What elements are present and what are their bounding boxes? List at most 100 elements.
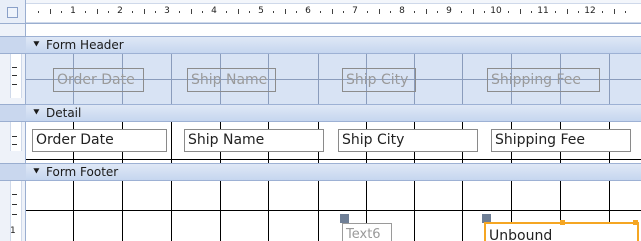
ruler-tick	[484, 11, 485, 13]
grid-line	[171, 54, 172, 104]
ruler-number: 5	[258, 6, 264, 16]
detail-area[interactable]: Order Date Ship Name Ship City Shipping …	[26, 122, 641, 163]
sizing-handle[interactable]	[633, 220, 638, 225]
vruler-tick	[12, 214, 17, 215]
ruler-tick	[602, 11, 603, 13]
ruler-tick	[179, 11, 180, 13]
ruler-tick	[367, 11, 368, 13]
ruler-number: 6	[305, 6, 311, 16]
ruler-tick	[332, 9, 333, 14]
vruler-tick	[12, 144, 17, 145]
grid-line	[122, 181, 123, 241]
form-header-label: Form Header	[46, 38, 124, 52]
design-surface: ⯆ Form Header Order Date Ship Name Ship …	[26, 24, 641, 241]
vruler-detail-bar	[0, 104, 26, 122]
sizing-handle[interactable]	[560, 220, 565, 225]
header-label-ship-city[interactable]: Ship City	[342, 68, 416, 92]
detail-bar[interactable]: ⯆ Detail	[26, 104, 641, 122]
form-header-area[interactable]: Order Date Ship Name Ship City Shipping …	[26, 54, 641, 104]
ruler-tick	[191, 9, 192, 14]
ruler-tick	[249, 11, 250, 13]
ruler-tick	[238, 9, 239, 14]
ruler-tick	[414, 11, 415, 13]
ruler-tick	[108, 11, 109, 13]
ruler-tick	[379, 9, 380, 14]
vruler-number: 1	[10, 226, 16, 236]
grid-line	[171, 181, 172, 241]
grid-line	[609, 54, 610, 104]
ruler-tick	[61, 11, 62, 13]
grid-line	[26, 159, 641, 160]
ruler-tick	[85, 11, 86, 13]
form-selector[interactable]	[0, 0, 26, 24]
ruler-number: 12	[584, 6, 596, 16]
grid-line	[318, 54, 319, 104]
ruler-number: 8	[399, 6, 405, 16]
ruler-tick	[296, 11, 297, 13]
vruler-tick	[12, 136, 17, 137]
ruler-number: 7	[352, 6, 358, 16]
grid-line	[462, 181, 463, 241]
ruler-tick	[320, 11, 321, 13]
grid-line	[268, 181, 269, 241]
detail-label: Detail	[46, 106, 82, 120]
ruler-number: 1	[70, 6, 76, 16]
detail-field-ship-name[interactable]: Ship Name	[184, 129, 324, 152]
ruler-tick	[473, 9, 474, 14]
vruler-tick	[12, 75, 17, 76]
ruler-tick	[555, 11, 556, 13]
footer-label-text6[interactable]: Text6	[342, 223, 392, 241]
detail-field-shipping-fee[interactable]: Shipping Fee	[491, 129, 631, 152]
ruler-tick	[531, 11, 532, 13]
header-label-shipping-fee[interactable]: Shipping Fee	[487, 68, 600, 92]
ruler-number: 10	[490, 6, 502, 16]
grid-line	[318, 181, 319, 241]
ruler-tick	[390, 11, 391, 13]
form-footer-label: Form Footer	[46, 165, 119, 179]
ruler-tick	[508, 11, 509, 13]
header-label-order-date[interactable]: Order Date	[53, 68, 144, 92]
grid-line	[73, 181, 74, 241]
move-handle[interactable]	[340, 214, 349, 223]
vruler-tick	[12, 84, 17, 85]
vruler-header-band	[10, 54, 22, 98]
detail-field-order-date[interactable]: Order Date	[32, 129, 167, 152]
ruler-number: 3	[164, 6, 170, 16]
ruler-tick	[625, 11, 626, 13]
down-arrow-icon: ⯆	[32, 38, 41, 51]
horizontal-ruler[interactable]: 1 2 3 4 5 6 7 8 9 10 11 12	[26, 0, 641, 24]
ruler-tick	[520, 9, 521, 14]
ruler-tick	[614, 9, 615, 14]
vertical-ruler[interactable]: 1	[0, 24, 26, 241]
grid-line	[171, 122, 172, 163]
ruler-tick	[144, 9, 145, 14]
form-selector-box[interactable]	[7, 7, 18, 18]
ruler-tick	[437, 11, 438, 13]
form-header-bar[interactable]: ⯆ Form Header	[26, 36, 641, 54]
ruler-tick	[132, 11, 133, 13]
ruler-tick	[578, 11, 579, 13]
ruler-tick	[38, 11, 39, 13]
form-footer-area[interactable]: Text6 Unbound	[26, 181, 641, 241]
grid-line	[462, 54, 463, 104]
ruler-tick	[343, 11, 344, 13]
ruler-number: 11	[537, 6, 549, 16]
form-footer-bar[interactable]: ⯆ Form Footer	[26, 163, 641, 181]
vruler-footer-bar	[0, 163, 26, 181]
ruler-number: 4	[211, 6, 217, 16]
ruler-tick	[461, 11, 462, 13]
detail-field-ship-city[interactable]: Ship City	[338, 129, 478, 152]
ruler-tick	[155, 11, 156, 13]
form-design-view: 1 2 3 4 5 6 7 8 9 10 11 12 1 ⯆ Form Header Order Da…	[0, 0, 641, 241]
ruler-number: 2	[117, 6, 123, 16]
ruler-tick	[97, 9, 98, 14]
down-arrow-icon: ⯆	[32, 165, 41, 178]
header-label-ship-name[interactable]: Ship Name	[187, 68, 276, 92]
grid-line	[414, 181, 415, 241]
ruler-tick	[226, 11, 227, 13]
ruler-tick	[285, 9, 286, 14]
vruler-tick	[12, 194, 17, 195]
ruler-tick	[50, 9, 51, 14]
grid-line	[220, 181, 221, 241]
ruler-tick	[426, 9, 427, 14]
